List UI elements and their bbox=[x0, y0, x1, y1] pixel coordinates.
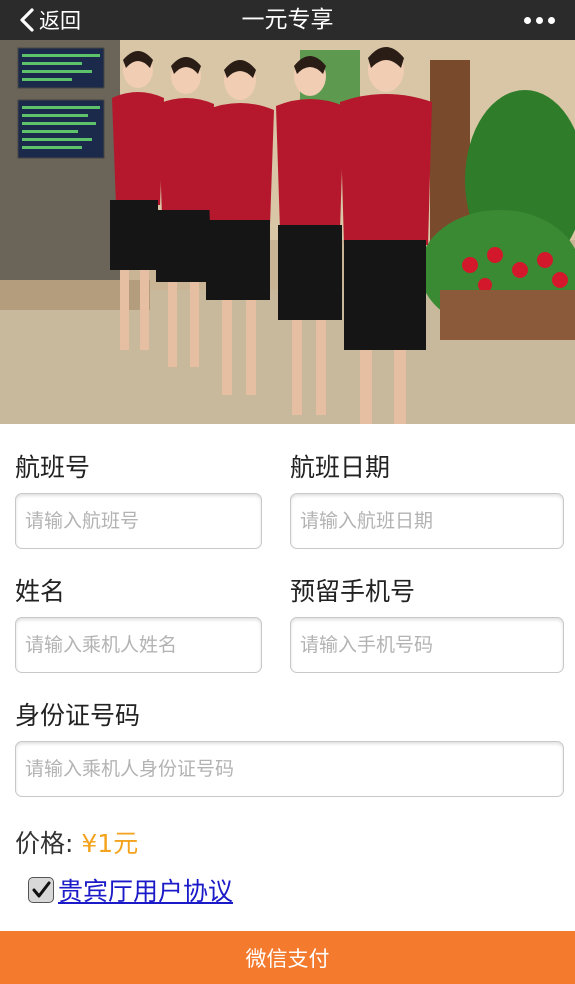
flight-number-label: 航班号 bbox=[15, 453, 91, 482]
nav-bar: 返回 一元专享 bbox=[0, 0, 575, 40]
flight-number-input[interactable] bbox=[15, 493, 262, 549]
phone-input[interactable] bbox=[290, 617, 564, 673]
price-label: 价格: bbox=[15, 829, 74, 858]
agreement-row: 贵宾厅用户协议 bbox=[28, 872, 233, 908]
more-dot-icon bbox=[548, 16, 555, 24]
more-menu-button[interactable] bbox=[524, 0, 555, 40]
more-dot-icon bbox=[524, 16, 531, 24]
banner-photo bbox=[0, 40, 575, 424]
chevron-left-icon bbox=[20, 8, 34, 32]
id-number-input[interactable] bbox=[15, 741, 564, 797]
back-label: 返回 bbox=[39, 9, 81, 33]
back-button[interactable]: 返回 bbox=[18, 0, 81, 40]
more-dot-icon bbox=[536, 16, 543, 24]
user-agreement-link[interactable]: 贵宾厅用户协议 bbox=[58, 872, 233, 908]
flight-date-label: 航班日期 bbox=[290, 453, 391, 482]
checkmark-icon bbox=[32, 881, 51, 898]
flight-date-input[interactable] bbox=[290, 493, 564, 549]
page-title: 一元专享 bbox=[241, 7, 334, 33]
banner-image bbox=[0, 40, 575, 424]
price-value: ¥1元 bbox=[81, 829, 139, 858]
passenger-name-input[interactable] bbox=[15, 617, 262, 673]
agreement-checkbox[interactable] bbox=[28, 877, 54, 903]
name-label: 姓名 bbox=[15, 577, 66, 606]
id-number-label: 身份证号码 bbox=[15, 701, 141, 730]
wechat-pay-button[interactable]: 微信支付 bbox=[0, 931, 575, 984]
phone-label: 预留手机号 bbox=[290, 577, 416, 606]
price-row: 价格: ¥1元 bbox=[15, 824, 138, 860]
